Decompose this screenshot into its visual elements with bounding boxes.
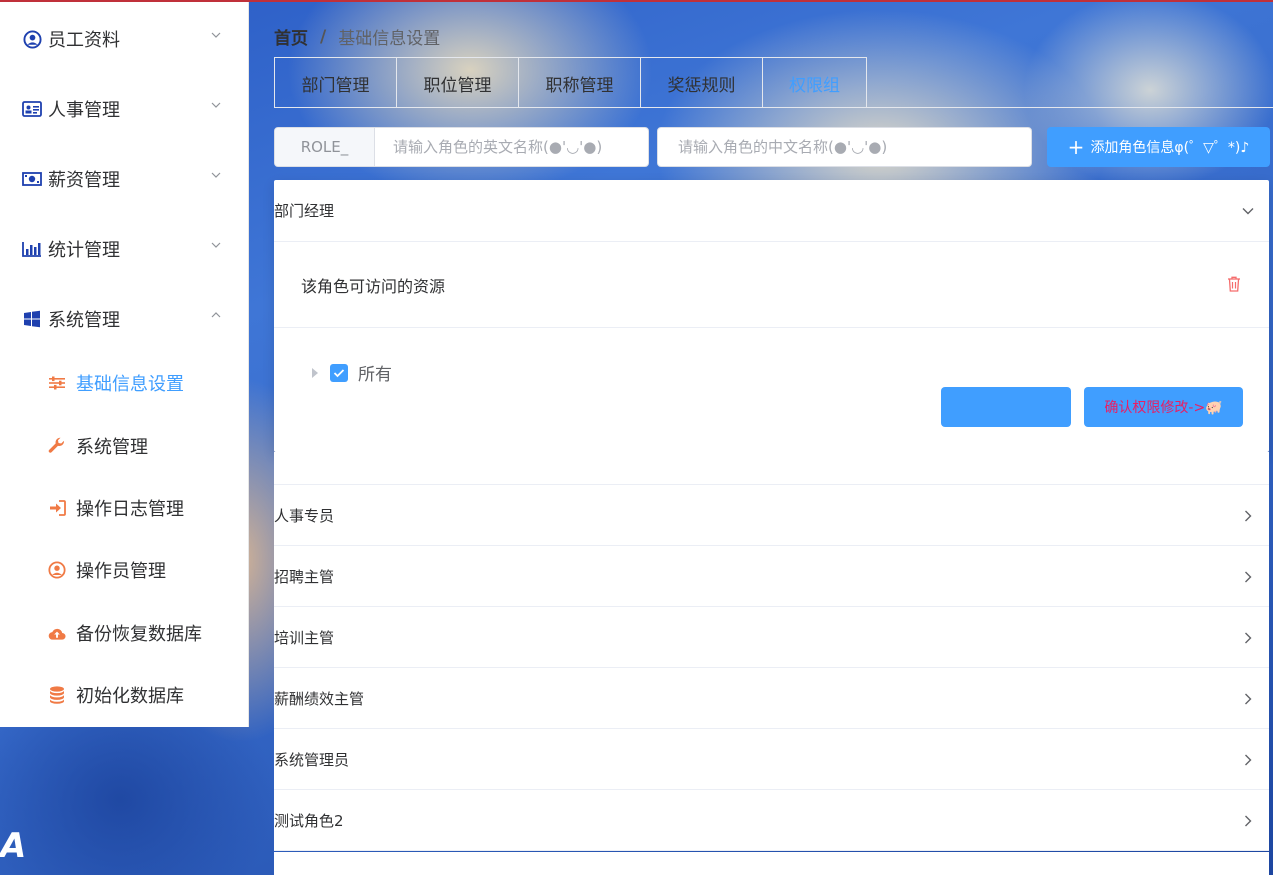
role-name: 部门经理 (274, 202, 335, 220)
sliders-icon (48, 374, 66, 392)
submenu-operation-log[interactable]: 操作日志管理 (0, 477, 249, 539)
tab-department[interactable]: 部门管理 (275, 58, 397, 108)
chevron-down-icon (1242, 208, 1254, 215)
role-en-name-input[interactable] (375, 128, 648, 166)
plus-icon: + (1067, 135, 1085, 159)
tab-title[interactable]: 职称管理 (519, 58, 641, 108)
role-name: 薪酬绩效主管 (274, 689, 365, 708)
tab-rewards[interactable]: 奖惩规则 (641, 58, 763, 108)
panel-spacer (274, 452, 1269, 484)
menu-label: 人事管理 (48, 100, 120, 121)
breadcrumb-current: 基础信息设置 (338, 29, 441, 49)
chevron-up-icon (211, 312, 221, 318)
role-cn-name-input[interactable] (658, 128, 1031, 166)
chevron-down-icon (211, 102, 221, 108)
submenu-backup-restore[interactable]: 备份恢复数据库 (0, 602, 249, 664)
check-icon (333, 368, 345, 377)
submenu-label: 备份恢复数据库 (76, 624, 202, 645)
chevron-right-icon (1245, 571, 1252, 583)
role-cn-input-wrapper (657, 127, 1032, 167)
add-role-label: 添加角色信息φ(゜▽゜*)♪ (1090, 140, 1250, 156)
submenu-label: 初始化数据库 (76, 686, 184, 707)
role-item[interactable]: 薪酬绩效主管 (274, 668, 1269, 729)
tree-node-label: 所有 (358, 365, 392, 385)
tab-position[interactable]: 职位管理 (397, 58, 519, 108)
role-header-expanded[interactable]: 部门经理 (274, 180, 1269, 242)
tree-checkbox[interactable] (330, 363, 348, 382)
role-item[interactable]: 招聘主管 (274, 546, 1269, 607)
bar-chart-icon (22, 239, 42, 259)
resource-card-header: 该角色可访问的资源 (274, 242, 1269, 328)
cloud-upload-icon (48, 624, 66, 642)
breadcrumb-home[interactable]: 首页 (274, 24, 308, 49)
menu-system[interactable]: 系统管理 (0, 284, 249, 354)
submenu-label: 系统管理 (76, 437, 148, 458)
menu-label: 系统管理 (48, 310, 120, 331)
menu-label: 员工资料 (48, 30, 120, 51)
windows-icon (22, 309, 42, 329)
breadcrumb: 首页 / 基础信息设置 (274, 24, 441, 50)
role-name: 培训主管 (274, 628, 335, 647)
sidebar: 员工资料 人事管理 薪资管理 统计管理 系统管理 基础信息设置 系统管理 操作日… (0, 2, 249, 727)
menu-salary[interactable]: 薪资管理 (0, 144, 249, 214)
role-name: 系统管理员 (274, 750, 350, 769)
resource-card-title: 该角色可访问的资源 (301, 276, 446, 296)
chevron-right-icon (1245, 510, 1252, 522)
tab-permission-group[interactable]: 权限组 (763, 58, 866, 108)
sign-in-icon (48, 499, 66, 517)
submenu-init-database[interactable]: 初始化数据库 (0, 664, 249, 726)
money-icon (22, 169, 42, 189)
submenu-label: 操作日志管理 (76, 499, 184, 520)
menu-label: 统计管理 (48, 240, 120, 261)
submenu-basic-settings[interactable]: 基础信息设置 (0, 352, 249, 414)
logo-text: A (0, 826, 27, 866)
database-icon (48, 686, 66, 704)
tree-node-all[interactable]: 所有 (312, 360, 392, 385)
role-name: 测试角色2 (274, 811, 344, 830)
menu-statistics[interactable]: 统计管理 (0, 214, 249, 284)
add-role-button[interactable]: + 添加角色信息φ(゜▽゜*)♪ (1047, 127, 1270, 167)
id-card-icon (22, 99, 42, 119)
cancel-button[interactable] (941, 387, 1071, 427)
expanded-role-panel: 部门经理 该角色可访问的资源 所有 确认权限修改->🐖 (274, 180, 1269, 452)
role-prefix: ROLE_ (275, 128, 375, 166)
caret-right-icon[interactable] (312, 367, 318, 378)
user-circle-icon (22, 29, 42, 49)
role-item[interactable]: 培训主管 (274, 607, 1269, 668)
tabs-divider (274, 107, 1273, 108)
chevron-down-icon (211, 242, 221, 248)
role-item[interactable]: 人事专员 (274, 485, 1269, 546)
user-circle-icon (48, 561, 66, 579)
role-name: 人事专员 (274, 506, 335, 525)
menu-personnel[interactable]: 人事管理 (0, 74, 249, 144)
chevron-right-icon (1245, 815, 1252, 827)
tab-bar: 部门管理 职位管理 职称管理 奖惩规则 权限组 (274, 57, 867, 108)
submenu-label: 基础信息设置 (76, 374, 184, 395)
role-item[interactable]: 系统管理员 (274, 729, 1269, 790)
menu-employee-info[interactable]: 员工资料 (0, 4, 249, 74)
chevron-down-icon (211, 32, 221, 38)
menu-label: 薪资管理 (48, 170, 120, 191)
role-name: 招聘主管 (274, 567, 335, 586)
delete-icon[interactable] (1227, 276, 1241, 292)
confirm-permission-button[interactable]: 确认权限修改->🐖 (1084, 387, 1243, 427)
chevron-right-icon (1245, 632, 1252, 644)
chevron-down-icon (211, 172, 221, 178)
role-list: 人事专员 招聘主管 培训主管 薪酬绩效主管 系统管理员 测试角色2 (274, 484, 1269, 851)
submenu-operator-management[interactable]: 操作员管理 (0, 539, 249, 601)
role-item[interactable]: 测试角色2 (274, 790, 1269, 851)
submenu-system-management[interactable]: 系统管理 (0, 415, 249, 477)
list-bottom-fill (274, 852, 1269, 875)
breadcrumb-separator: / (320, 26, 327, 47)
submenu-label: 操作员管理 (76, 561, 166, 582)
chevron-right-icon (1245, 754, 1252, 766)
role-en-input-group: ROLE_ (274, 127, 649, 167)
wrench-icon (48, 437, 66, 455)
chevron-right-icon (1245, 693, 1252, 705)
